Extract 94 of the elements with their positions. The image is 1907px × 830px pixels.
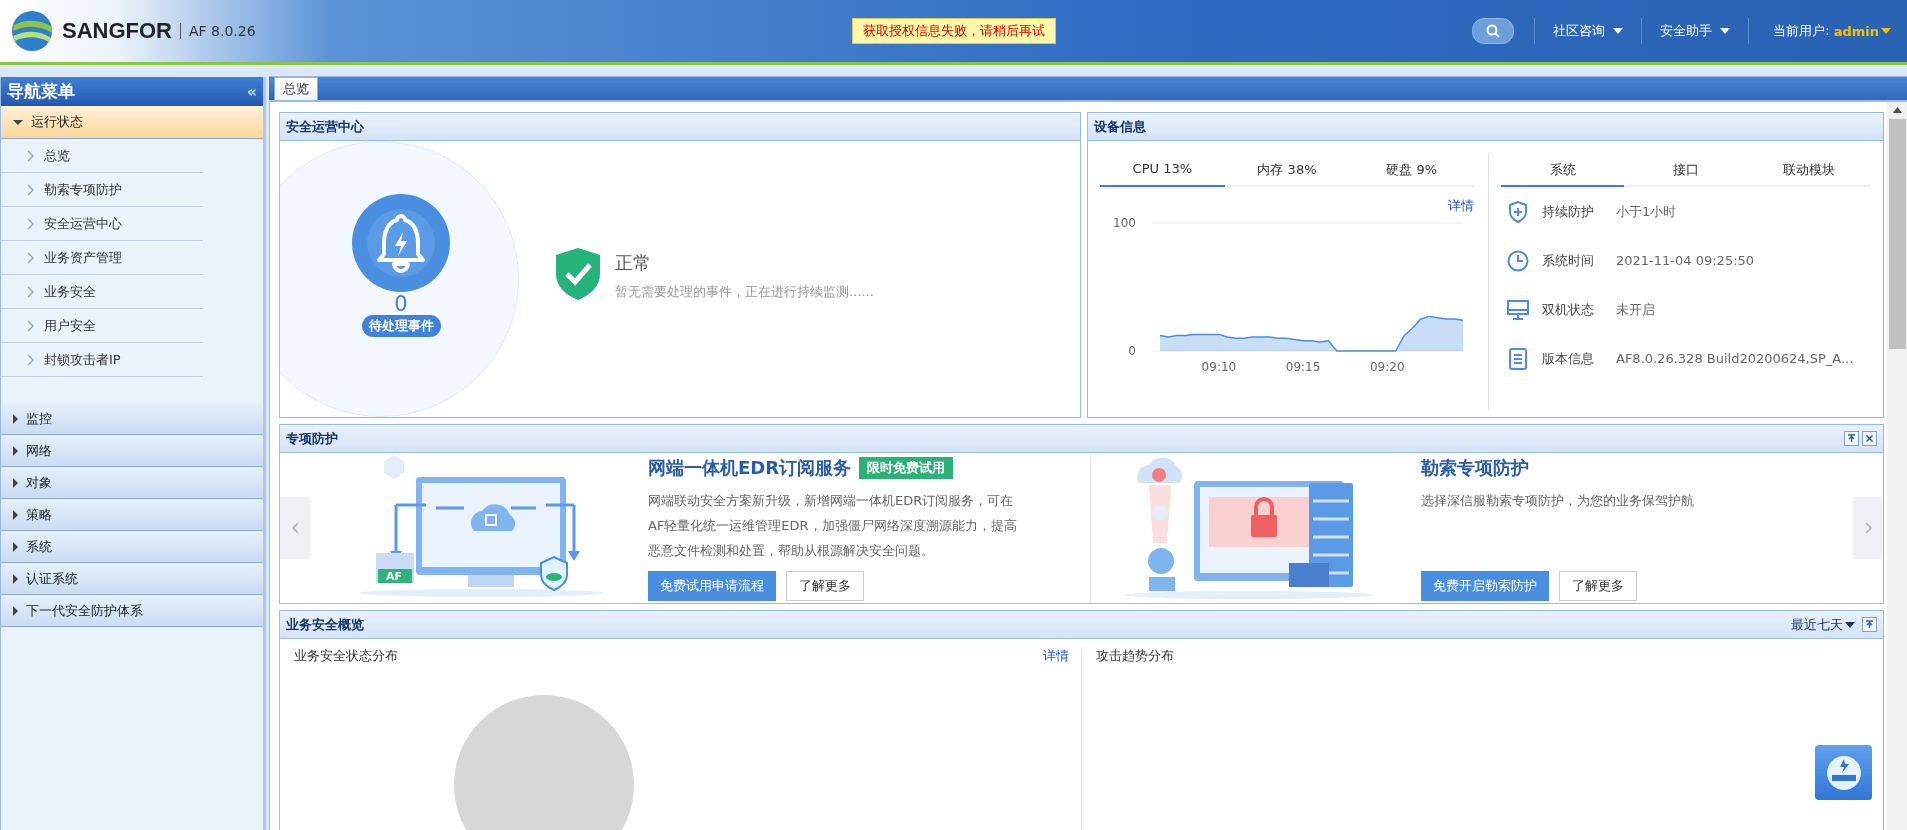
axis-label: 09:20 xyxy=(1369,360,1405,374)
nav-item[interactable]: 封锁攻击者IP xyxy=(1,343,203,377)
info-value: 2021-11-04 09:25:50 xyxy=(1616,253,1755,268)
network-monitor-drawing: AF xyxy=(356,453,606,603)
info-value: AF8.0.26.328 Build20200624,SP_A... xyxy=(1616,351,1854,366)
pin-top-button[interactable] xyxy=(1862,617,1877,632)
shield-plus-icon xyxy=(1508,200,1528,223)
info-value: 小于1小时 xyxy=(1616,202,1677,221)
shield-check-icon xyxy=(555,247,601,301)
resource-tab[interactable]: CPU 13% xyxy=(1100,153,1225,187)
nav-group[interactable]: 监控 xyxy=(1,403,263,435)
info-tab[interactable]: 接口 xyxy=(1624,153,1748,187)
nav-group[interactable]: 对象 xyxy=(1,467,263,499)
nav-group[interactable]: 网络 xyxy=(1,435,263,467)
chevron-icon xyxy=(25,285,36,298)
chevron-icon xyxy=(25,251,36,264)
nav-item[interactable]: 业务资产管理 xyxy=(1,241,203,275)
status-title: 正常 xyxy=(615,251,652,275)
axis-label: 100 xyxy=(1113,216,1136,230)
card-description: 网端联动安全方案新升级，新增网端一体机EDR订阅服务，可在AF轻量化统一运维管理EDR，加强僵尸网络深度溯源能力，提高恶意文件检测和处置，帮助从根源解决安全问题。 xyxy=(648,491,1018,560)
free-trial-badge: 限时免费试用 xyxy=(859,456,954,479)
scroll-up-icon[interactable] xyxy=(1892,107,1902,113)
license-alert: 获取授权信息失败，请稍后再试 xyxy=(852,18,1056,44)
nav-group[interactable]: 运行状态 xyxy=(1,106,263,139)
pending-count: 0 xyxy=(394,293,408,315)
chevron-icon xyxy=(25,183,36,196)
nav-group[interactable]: 下一代安全防护体系 xyxy=(1,595,263,627)
learn-more-button[interactable]: 了解更多 xyxy=(786,570,864,601)
info-label: 持续防护 xyxy=(1542,202,1594,221)
user-menu[interactable]: admin xyxy=(1833,23,1891,39)
resource-tab[interactable]: 硬盘 9% xyxy=(1349,153,1474,187)
pin-top-button[interactable] xyxy=(1844,431,1859,446)
nav-item[interactable]: 勒索专项防护 xyxy=(1,173,203,207)
axis-label: 09:10 xyxy=(1201,360,1237,374)
resource-tab[interactable]: 内存 38% xyxy=(1224,153,1350,187)
caret-icon xyxy=(1720,28,1731,34)
search-button[interactable] xyxy=(1472,18,1515,44)
document-icon xyxy=(1509,347,1527,370)
nav-item[interactable]: 安全运营中心 xyxy=(1,207,203,241)
section-title: 攻击趋势分布 xyxy=(1096,647,1174,665)
panel-title: 业务安全概览 xyxy=(286,615,364,634)
search-icon xyxy=(1486,24,1501,38)
chevron-icon xyxy=(289,522,301,534)
scrollbar[interactable] xyxy=(1887,102,1907,830)
version-label: AF 8.0.26 xyxy=(189,23,256,39)
chevron-icon xyxy=(25,217,36,230)
nav-item[interactable]: 总览 xyxy=(1,139,203,173)
axis-label: 0 xyxy=(1128,344,1136,358)
info-tab[interactable]: 系统 xyxy=(1501,153,1625,187)
pin-top-icon xyxy=(1865,620,1874,629)
panel-title: 设备信息 xyxy=(1094,117,1146,136)
section-title: 业务安全状态分布 xyxy=(294,647,398,665)
assistant-button[interactable] xyxy=(1815,745,1872,800)
details-link[interactable]: 详情 xyxy=(1448,198,1474,213)
pending-events-label: 待处理事件 xyxy=(361,315,441,337)
collapse-icon[interactable]: « xyxy=(246,82,257,101)
caret-icon xyxy=(1613,28,1624,34)
panel-title: 安全运营中心 xyxy=(286,117,364,136)
nav-item[interactable]: 业务安全 xyxy=(1,275,203,309)
bell-icon xyxy=(352,194,450,292)
globe-logo-icon xyxy=(10,9,54,53)
sidebar-title: 导航菜单 xyxy=(7,80,75,103)
nav-group[interactable]: 认证系统 xyxy=(1,563,263,595)
monitor-icon xyxy=(1507,299,1529,320)
user-label: 当前用户: xyxy=(1773,22,1830,40)
range-dropdown[interactable]: 最近七天 xyxy=(1791,615,1855,634)
info-label: 双机状态 xyxy=(1542,300,1594,319)
page-tab[interactable]: 总览 xyxy=(274,77,318,100)
pin-top-icon xyxy=(1847,434,1856,443)
info-tab[interactable]: 联动模块 xyxy=(1747,153,1871,187)
clock-icon xyxy=(1507,249,1529,272)
status-text: 暂无需要处理的事件，正在进行持续监测...... xyxy=(615,283,874,301)
axis-label: 09:15 xyxy=(1285,360,1321,374)
header-menu[interactable]: 社区咨询 xyxy=(1534,18,1642,44)
chevron-icon xyxy=(25,319,36,332)
nav-group[interactable]: 系统 xyxy=(1,531,263,563)
brand-name: SANGFOR xyxy=(62,18,172,44)
card-title: 勒索专项防护 xyxy=(1421,455,1529,480)
card-description: 选择深信服勒索专项防护，为您的业务保驾护航 xyxy=(1421,491,1695,510)
nav-item[interactable]: 用户安全 xyxy=(1,309,203,343)
close-icon xyxy=(1865,434,1874,443)
info-label: 系统时间 xyxy=(1542,251,1594,270)
chevron-icon xyxy=(25,149,36,162)
nav-group[interactable]: 策略 xyxy=(1,499,263,531)
learn-more-button[interactable]: 了解更多 xyxy=(1559,570,1637,601)
header-menu[interactable]: 安全助手 xyxy=(1641,18,1749,44)
info-label: 版本信息 xyxy=(1542,349,1594,368)
chevron-icon xyxy=(25,353,36,366)
card-title: 网端一体机EDR订阅服务 xyxy=(648,455,852,480)
panel-title: 专项防护 xyxy=(286,429,338,448)
chevron-icon xyxy=(1862,522,1874,534)
details-link[interactable]: 详情 xyxy=(1043,647,1069,665)
close-button[interactable] xyxy=(1862,431,1877,446)
info-value: 未开启 xyxy=(1616,300,1655,319)
